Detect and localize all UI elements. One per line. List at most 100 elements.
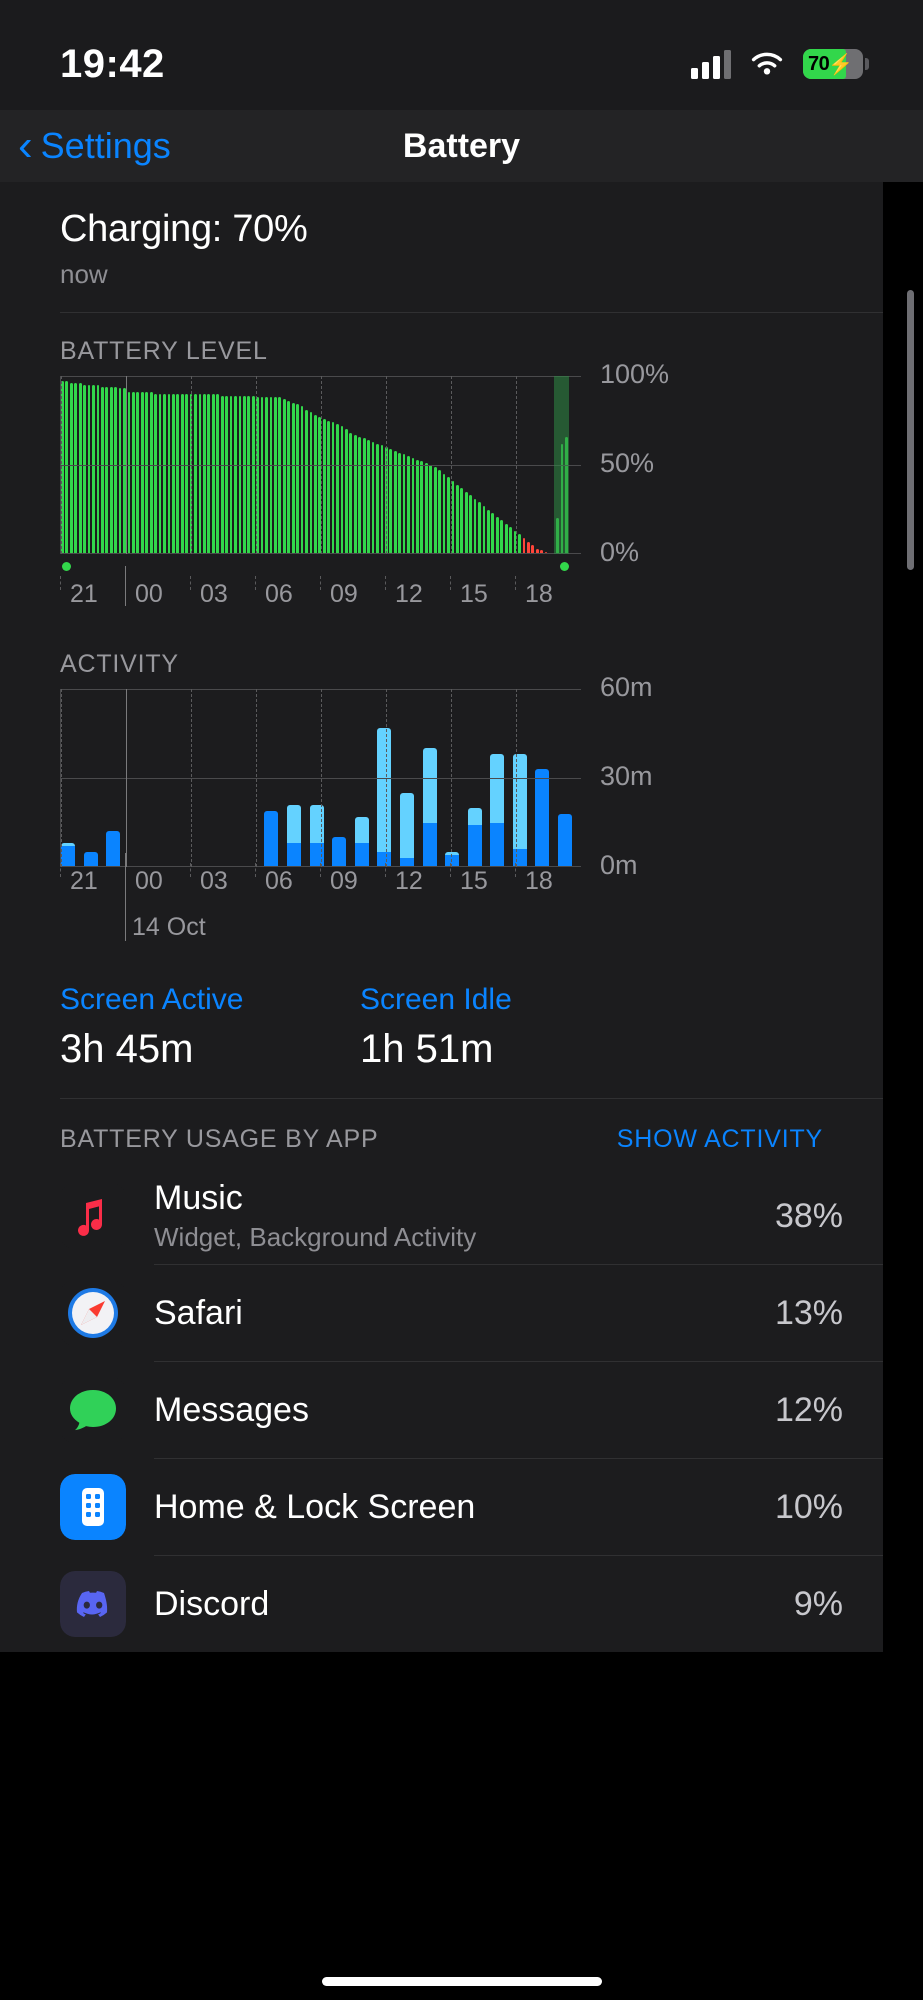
battery-level-bar [230, 396, 233, 554]
app-usage-row[interactable]: MusicWidget, Background Activity38% [0, 1168, 883, 1264]
activity-bar-active-segment [287, 843, 301, 867]
battery-x-tick: 12 [395, 580, 423, 609]
app-usage-row[interactable]: Home & Lock Screen10% [0, 1459, 883, 1555]
activity-bar-idle-segment [400, 793, 414, 858]
battery-level-bar [234, 396, 237, 554]
app-usage-row[interactable]: Safari13% [0, 1265, 883, 1361]
activity-x-axis: 2100030609121518 [60, 867, 580, 913]
battery-level-bar [83, 385, 86, 554]
battery-level-bar [332, 422, 335, 554]
activity-bar-active-segment [558, 814, 572, 867]
battery-level-bar [207, 394, 210, 554]
status-bar: 19:42 70 ⚡ [0, 0, 923, 110]
activity-bar [377, 728, 391, 867]
screen-idle-value: 1h 51m [360, 1027, 660, 1072]
battery-usage-title: BATTERY USAGE BY APP [60, 1125, 378, 1154]
battery-level-bar [491, 513, 494, 554]
battery-level-bar [225, 396, 228, 554]
activity-bar [423, 748, 437, 867]
activity-chart[interactable]: 60m30m0m [0, 689, 883, 867]
navigation-bar: ‹ Settings Battery [0, 110, 923, 182]
battery-level-bar [465, 492, 468, 554]
show-activity-button[interactable]: SHOW ACTIVITY [617, 1125, 823, 1154]
activity-bar-active-segment [535, 769, 549, 867]
battery-level-bar [500, 520, 503, 554]
activity-x-tick: 00 [135, 867, 163, 896]
activity-bar [355, 817, 369, 867]
battery-level-bar [460, 488, 463, 554]
activity-bar [61, 843, 75, 867]
activity-y-axis-labels: 60m30m0m [600, 689, 800, 867]
activity-x-tick: 21 [70, 867, 98, 896]
activity-header: ACTIVITY [0, 626, 883, 689]
activity-bar [84, 852, 98, 867]
battery-level-bar [509, 527, 512, 554]
activity-x-tick: 18 [525, 867, 553, 896]
battery-level-bar [119, 388, 122, 554]
activity-x-tick: 12 [395, 867, 423, 896]
battery-usage-header-row: BATTERY USAGE BY APP SHOW ACTIVITY [0, 1099, 883, 1168]
app-usage-row[interactable]: Discord9% [0, 1556, 883, 1652]
activity-bar-active-segment [423, 823, 437, 868]
charging-status-block: Charging: 70% now [0, 182, 883, 312]
status-bar-clock: 19:42 [60, 42, 165, 87]
app-battery-percent: 13% [775, 1294, 843, 1333]
app-name: Messages [154, 1391, 775, 1430]
battery-level-bar [185, 394, 188, 554]
battery-level-bar [203, 394, 206, 554]
chevron-left-icon: ‹ [18, 124, 33, 168]
scroll-content[interactable]: Charging: 70% now BATTERY LEVEL 100%50%0… [0, 182, 923, 2000]
battery-level-bar [394, 451, 397, 554]
battery-level-bar [305, 410, 308, 554]
iphone-screen: 19:42 70 ⚡ ‹ Settings Battery Charging: … [0, 0, 923, 2000]
app-usage-text: MusicWidget, Background Activity [154, 1179, 775, 1253]
screen-idle-label: Screen Idle [360, 983, 660, 1017]
battery-x-tick: 15 [460, 580, 488, 609]
app-usage-row[interactable]: Messages12% [0, 1362, 883, 1458]
battery-level-bar [416, 460, 419, 554]
battery-level-bar [65, 381, 68, 554]
battery-level-bar [252, 396, 255, 554]
battery-x-tick: 21 [70, 580, 98, 609]
activity-bar-idle-segment [377, 728, 391, 853]
battery-x-tick: 00 [135, 580, 163, 609]
activity-bar [400, 793, 414, 867]
activity-bar [558, 814, 572, 867]
battery-level-bar [354, 435, 357, 554]
app-usage-text: Safari [154, 1294, 775, 1333]
battery-level-bar [265, 397, 268, 554]
battery-level-chart[interactable]: 100%50%0% [0, 376, 883, 554]
activity-x-tick: 06 [265, 867, 293, 896]
battery-level-bar [496, 517, 499, 554]
battery-level-bar [145, 392, 148, 554]
screen-active-label: Screen Active [60, 983, 360, 1017]
back-button[interactable]: ‹ Settings [18, 110, 171, 182]
battery-level-bar [345, 429, 348, 554]
battery-level-bar [398, 453, 401, 554]
activity-bar [264, 811, 278, 867]
battery-level-bar [438, 470, 441, 554]
battery-level-bar [261, 397, 264, 554]
battery-x-axis: 2100030609121518 [60, 580, 580, 626]
battery-y-tick: 0% [600, 537, 639, 568]
charging-subtitle: now [60, 259, 823, 290]
cellular-signal-icon [691, 49, 731, 79]
activity-bar-idle-segment [287, 805, 301, 844]
activity-bar [332, 837, 346, 867]
battery-level-bar [159, 394, 162, 554]
battery-level-bar [474, 499, 477, 554]
battery-level-bar [243, 396, 246, 554]
charging-period-band [554, 376, 568, 554]
battery-x-tick: 18 [525, 580, 553, 609]
battery-x-tick: 09 [330, 580, 358, 609]
battery-level-bar [310, 412, 313, 554]
battery-level-bar [367, 440, 370, 554]
scrollbar[interactable] [907, 290, 914, 570]
battery-level-bar [216, 394, 219, 554]
activity-bar-active-segment [264, 811, 278, 867]
home-indicator[interactable] [322, 1977, 602, 1986]
activity-y-tick: 60m [600, 672, 653, 703]
battery-level-bar [110, 387, 113, 554]
activity-bar-idle-segment [468, 808, 482, 826]
battery-percent-label: 70 [803, 53, 829, 76]
